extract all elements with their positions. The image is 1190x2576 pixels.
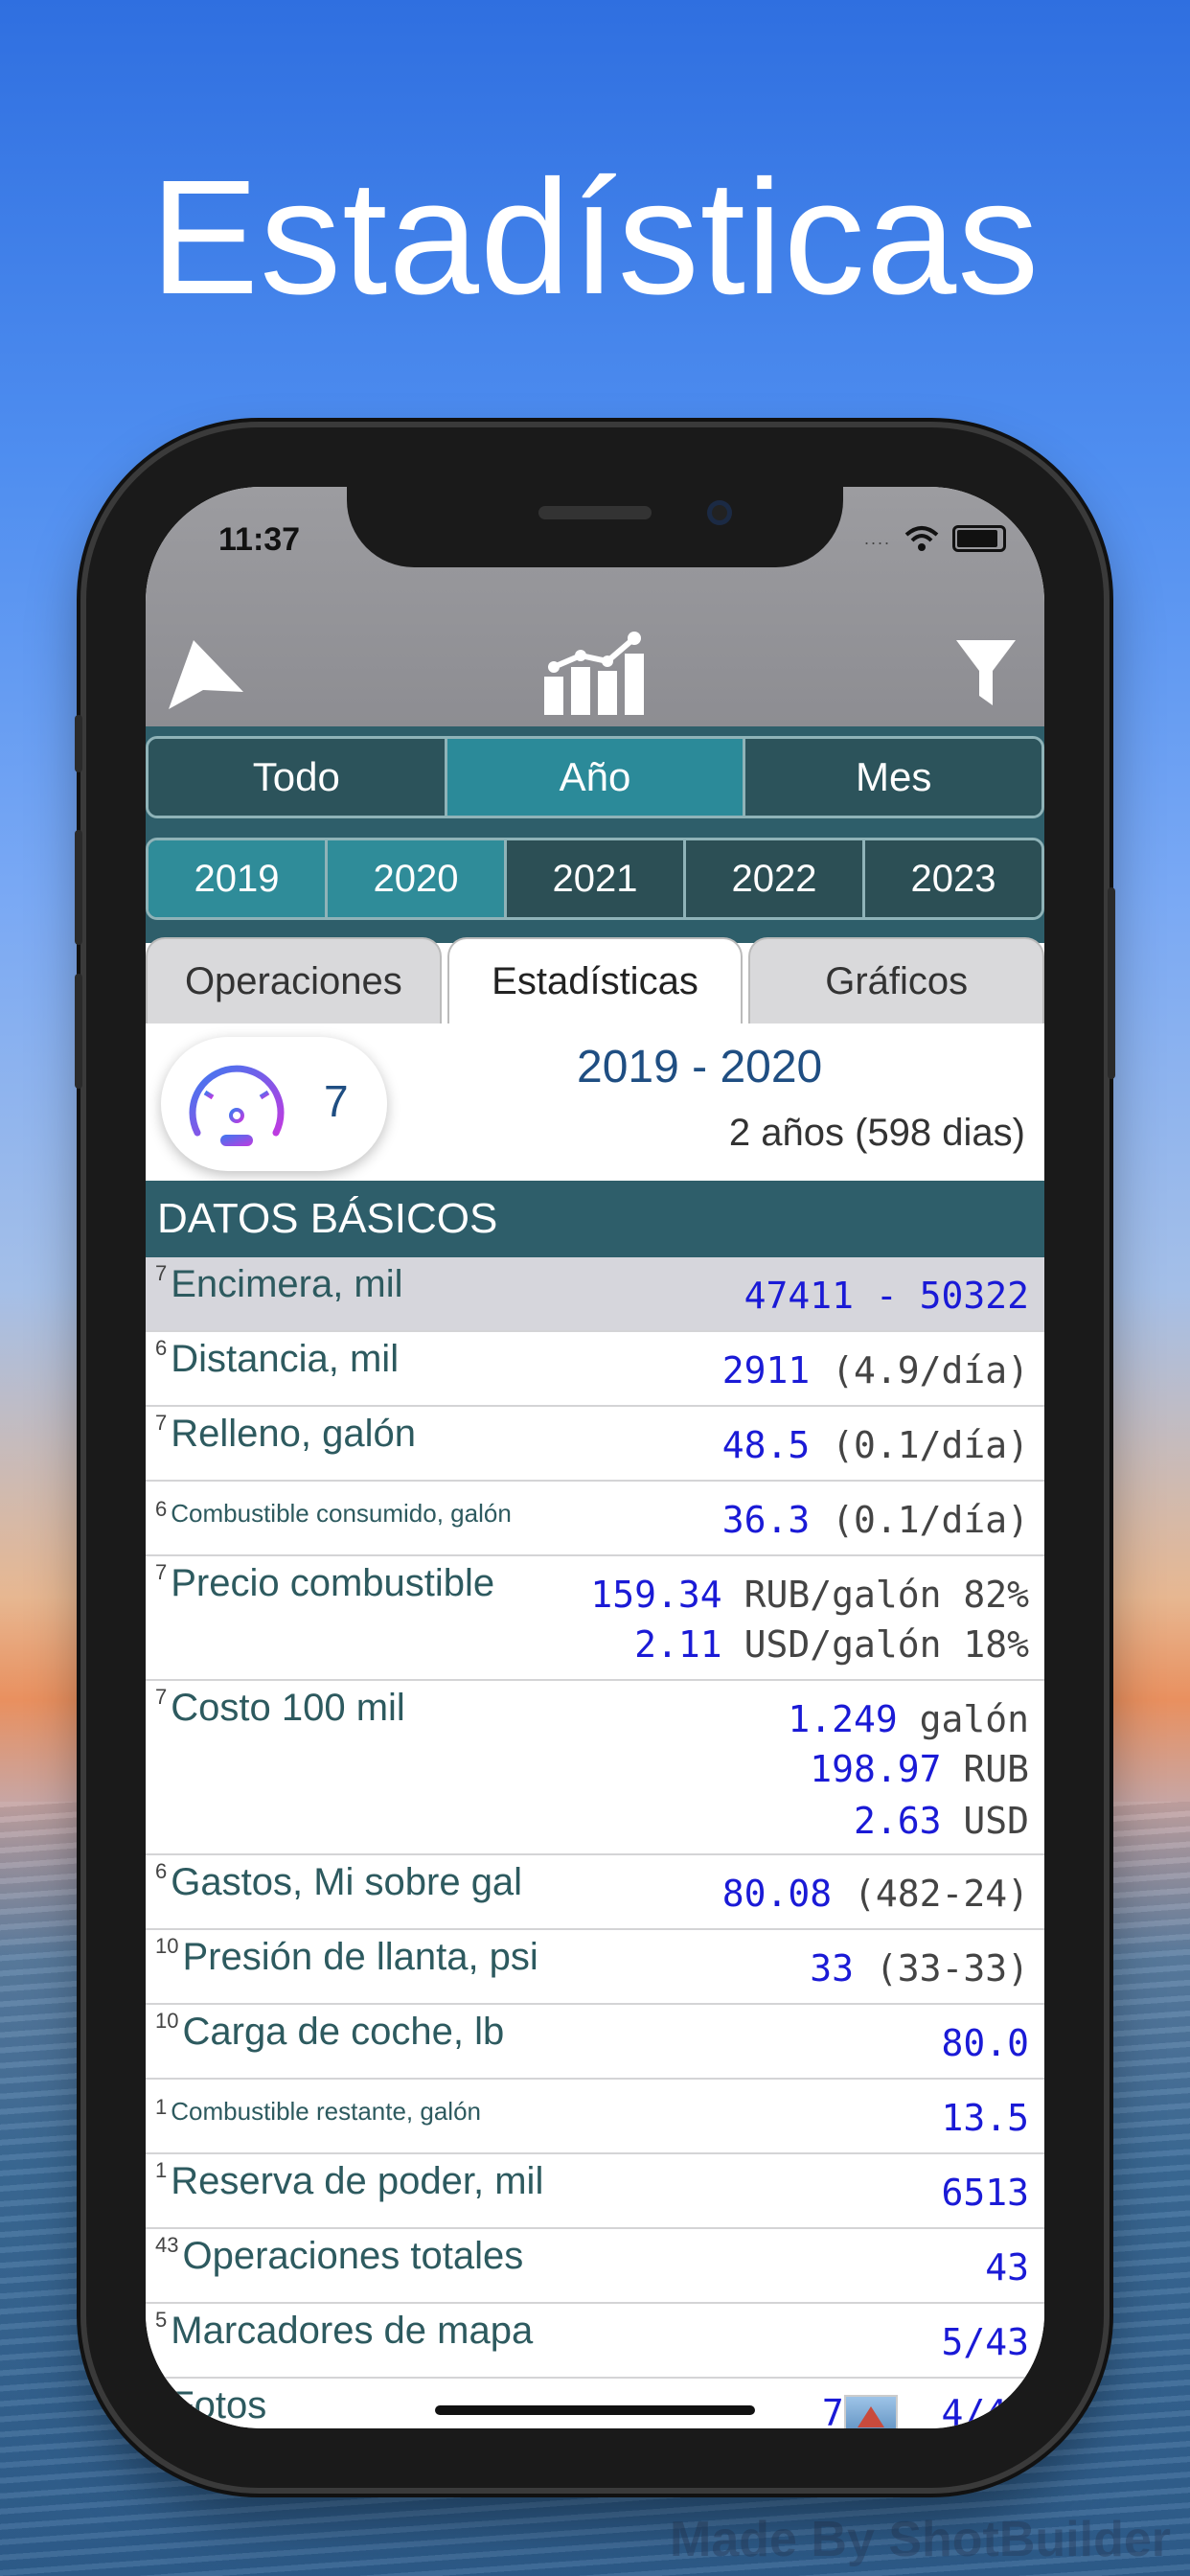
stat-label: 7 Precio combustible [155,1560,495,1604]
tab-charts[interactable]: Gráficos [748,937,1044,1024]
mute-switch [75,715,82,772]
stat-label: 6 Distancia, mil [155,1336,400,1380]
stat-value: 2.63 USD [853,1800,1029,1842]
year-2022[interactable]: 2022 [686,840,865,917]
battery-icon [952,525,1006,552]
stat-label: 43 Operaciones totales [155,2233,524,2277]
vehicle-count-badge[interactable]: 7 [161,1037,387,1171]
statistics-chart-icon[interactable] [538,629,652,717]
period-segmented-control: Todo Año Mes [146,736,1044,818]
year-2021[interactable]: 2021 [507,840,686,917]
stat-label: 4 Fotos [155,2382,267,2426]
speaker [538,506,652,519]
stat-label: 10 Presión de llanta, psi [155,1934,538,1978]
stat-row-total-operations[interactable]: 43 Operaciones totales 43 [146,2229,1044,2304]
stat-value: 80.0 [941,2022,1029,2064]
stat-row-fuel-remaining[interactable]: 1 Combustible restante, galón 13.5 [146,2080,1044,2154]
stat-value: 80.08 (482-24) [721,1873,1029,1915]
volume-up-button [75,830,82,945]
stat-row-cost-100[interactable]: 7 Costo 100 mil 1.249 galón 198.97 RUB 2.… [146,1681,1044,1855]
stat-row-photos[interactable]: 4 Fotos 7 4/43 [146,2379,1044,2428]
status-time: 11:37 [218,521,301,558]
filter-icon[interactable] [954,636,1018,707]
status-icons: .... [864,525,1006,552]
stat-row-distance[interactable]: 6 Distancia, mil 2911 (4.9/día) [146,1332,1044,1407]
stat-row-fuel-consumed[interactable]: 6 Combustible consumido, galón 36.3 (0.1/… [146,1482,1044,1556]
stat-row-refill[interactable]: 7 Relleno, galón 48.5 (0.1/día) [146,1407,1044,1482]
stat-value: 2.11 USD/galón 18% [634,1623,1029,1666]
stat-label: 6 Combustible consumido, galón [155,1497,512,1528]
stat-label: 7 Encimera, mil [155,1261,403,1305]
stat-value: 198.97 RUB [810,1748,1029,1790]
period-tab-month[interactable]: Mes [745,739,1041,816]
stat-row-odometer[interactable]: 7 Encimera, mil 47411 - 50322 [146,1257,1044,1332]
stat-value: 5/43 [941,2321,1029,2363]
section-header-basic-data: DATOS BÁSICOS [146,1181,1044,1257]
navigation-arrow-icon[interactable] [165,636,245,713]
stat-value: 36.3 (0.1/día) [721,1499,1029,1541]
stat-value: 1.249 galón [788,1698,1029,1740]
speedometer-icon [189,1065,285,1146]
phone-frame: 11:37 .... Todo Año Mes 2019 2020 2021 2… [75,427,1115,2488]
period-tab-year[interactable]: Año [446,739,746,816]
wifi-icon [904,526,939,551]
stat-value: 33 (33-33) [810,1947,1029,1990]
stat-label: 7 Costo 100 mil [155,1685,405,1729]
tab-statistics[interactable]: Estadísticas [446,937,744,1024]
stat-label: 1 Reserva de poder, mil [155,2158,544,2202]
period-tab-all[interactable]: Todo [149,739,447,816]
statistics-list: 7 Encimera, mil 47411 - 50322 6 Distancia,… [146,1257,1044,2428]
year-2023[interactable]: 2023 [865,840,1041,917]
stat-value: 6513 [941,2172,1029,2214]
vehicle-count: 7 [324,1076,349,1126]
stat-row-fuel-price[interactable]: 7 Precio combustible 159.34 RUB/galón 82%… [146,1556,1044,1681]
home-indicator[interactable] [435,2405,755,2415]
stat-row-tire-pressure[interactable]: 10 Presión de llanta, psi 33 (33-33) [146,1930,1044,2005]
period-duration: 2 años (598 dias) [728,1112,1025,1154]
stat-value: 43 [985,2246,1029,2288]
photo-thumbnail-icon[interactable] [843,2394,898,2428]
summary-panel: 7 2019 - 2020 2 años (598 dias) [146,1024,1044,1181]
watermark: Made By ShotBuilder [670,2512,1171,2567]
notch [347,487,843,567]
year-2020[interactable]: 2020 [328,840,507,917]
stat-value: 159.34 RUB/galón 82% [590,1574,1029,1616]
stat-label: 7 Relleno, galón [155,1411,416,1455]
stat-label: 6 Gastos, Mi sobre gal [155,1859,523,1903]
stat-value: 47411 - 50322 [744,1275,1029,1317]
tab-operations[interactable]: Operaciones [146,937,442,1024]
stat-label: 1 Combustible restante, galón [155,2095,481,2126]
year-segmented-control: 2019 2020 2021 2022 2023 [146,838,1044,920]
stat-value: 2911 (4.9/día) [721,1349,1029,1392]
signal-icon: .... [863,528,891,548]
year-2019[interactable]: 2019 [149,840,328,917]
stat-value: 48.5 (0.1/día) [721,1424,1029,1466]
stat-label: 5 Marcadores de mapa [155,2308,534,2352]
stat-row-car-load[interactable]: 10 Carga de coche, lb 80.0 [146,2005,1044,2080]
power-button [1108,887,1115,1079]
stat-row-map-markers[interactable]: 5 Marcadores de mapa 5/43 [146,2304,1044,2379]
stat-row-power-reserve[interactable]: 1 Reserva de poder, mil 6513 [146,2154,1044,2229]
view-tabs: Operaciones Estadísticas Gráficos [146,937,1044,1024]
stat-label: 10 Carga de coche, lb [155,2009,505,2053]
selected-period: 2019 - 2020 [577,1042,823,1092]
camera [707,500,732,525]
stat-value: 13.5 [941,2097,1029,2139]
stat-row-expenses[interactable]: 6 Gastos, Mi sobre gal 80.08 (482-24) [146,1855,1044,1930]
app-screen: 11:37 .... Todo Año Mes 2019 2020 2021 2… [146,487,1044,2428]
volume-down-button [75,974,82,1089]
stat-value: 7 4/43 [822,2392,1029,2428]
page-headline: Estadísticas [149,147,1041,329]
